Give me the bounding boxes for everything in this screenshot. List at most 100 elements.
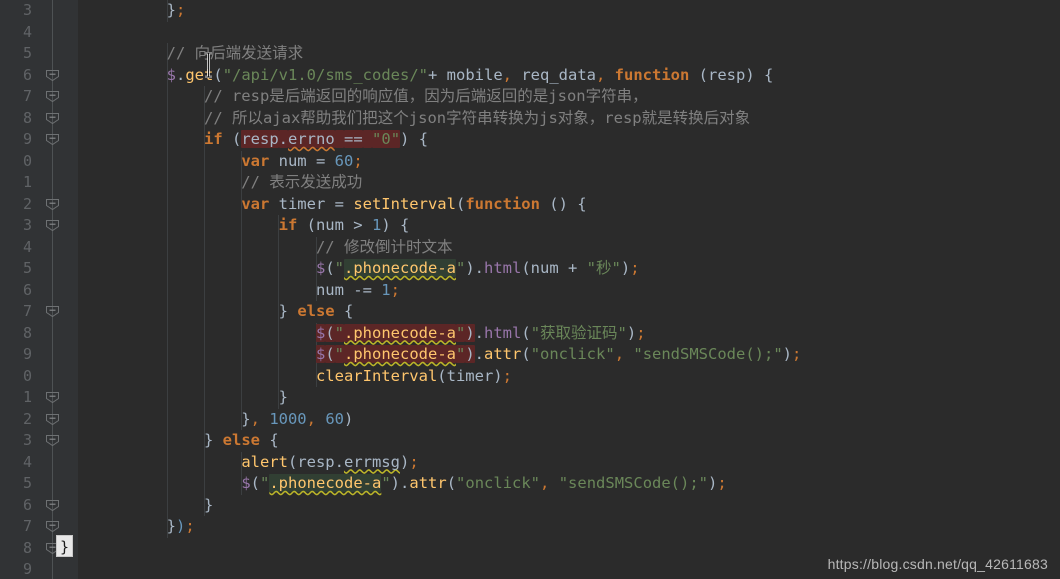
code-token: else [222, 431, 260, 449]
line-number: 4 [22, 452, 32, 471]
code-token: num = [269, 151, 335, 170]
code-token: ( [521, 345, 531, 363]
line-number: 0 [22, 366, 32, 385]
code-token: // 表示发送成功 [92, 173, 363, 191]
code-line[interactable]: }; [78, 0, 1060, 22]
code-token: if [203, 130, 223, 148]
code-token: .phonecode-a [269, 474, 382, 492]
code-token: $ [315, 259, 326, 277]
line-number: 5 [22, 44, 32, 62]
code-token: ) [620, 259, 631, 277]
code-line[interactable]: clearInterval(timer); [78, 366, 1060, 388]
code-token: html [484, 323, 522, 342]
editor-gutter[interactable]: 345678901234567890123456789 } [0, 0, 78, 579]
code-token: .phonecode-a [344, 345, 456, 363]
code-token: ) { [400, 130, 429, 148]
line-number: 6 [22, 280, 32, 299]
code-line[interactable]: alert(resp.errmsg); [78, 452, 1060, 474]
code-token: , [614, 345, 634, 363]
line-number: 1 [22, 388, 32, 406]
code-line[interactable]: } else { [78, 430, 1060, 452]
code-token: } [92, 409, 251, 428]
code-line[interactable]: if (num > 1) { [78, 215, 1060, 237]
code-line[interactable]: $(".phonecode-a").attr("onclick", "sendS… [78, 344, 1060, 366]
watermark-url: https://blog.csdn.net/qq_42611683 [827, 556, 1048, 572]
code-token: ( [455, 194, 466, 213]
code-token: , [306, 409, 326, 428]
sticky-closing-brace-chip[interactable]: } [56, 535, 73, 557]
line-number: 9 [22, 345, 32, 363]
code-token: "获取验证码" [530, 323, 627, 342]
code-content-area[interactable]: }; // 向后端发送请求 $.get("/api/v1.0/sms_codes… [78, 0, 1060, 579]
code-token: alert [241, 452, 288, 471]
code-line[interactable]: var timer = setInterval(function () { [78, 194, 1060, 216]
code-line[interactable]: } [78, 387, 1060, 409]
code-token: ( [250, 474, 260, 492]
code-token: } [92, 517, 176, 535]
code-token: ; [390, 280, 400, 299]
code-token: , [540, 474, 559, 492]
code-token: " [381, 474, 391, 492]
code-token: var [241, 151, 270, 170]
code-line[interactable]: }, 1000, 60) [78, 409, 1060, 431]
code-token: ; [792, 345, 802, 363]
code-token: function [465, 194, 540, 213]
code-token: " [455, 345, 466, 363]
code-line[interactable]: $(".phonecode-a").html("获取验证码"); [78, 323, 1060, 345]
code-line[interactable]: // 修改倒计时文本 [78, 237, 1060, 259]
line-number: 8 [22, 108, 32, 127]
code-token: { [259, 431, 279, 449]
code-token: ( [446, 474, 457, 492]
code-token: resp [708, 65, 746, 84]
code-line[interactable]: num -= 1; [78, 280, 1060, 302]
code-token: mobile [446, 65, 503, 84]
code-line[interactable]: }); [78, 516, 1060, 538]
code-token: resp [241, 130, 279, 148]
code-token: attr [409, 474, 447, 492]
code-token: $ [241, 474, 251, 492]
code-token: .phonecode-a [344, 259, 456, 277]
code-token: ; [176, 1, 186, 19]
line-number: 7 [22, 302, 32, 320]
code-line[interactable]: // 向后端发送请求 [78, 43, 1060, 65]
code-token: } [166, 1, 176, 19]
line-number: 6 [22, 495, 32, 514]
code-line[interactable]: $(".phonecode-a").html(num + "秒"); [78, 258, 1060, 280]
code-token: 60 [325, 409, 344, 428]
code-editor: 345678901234567890123456789 } }; // 向后端发… [0, 0, 1060, 579]
code-line[interactable]: } else { [78, 301, 1060, 323]
code-token: (timer) [437, 366, 503, 385]
code-line[interactable]: // resp是后端返回的响应值，因为后端返回的是json字符串， [78, 86, 1060, 108]
code-token: $ [315, 345, 326, 363]
code-token: 1 [381, 280, 391, 299]
code-line[interactable]: // 所以ajax帮助我们把这个json字符串转换为js对象，resp就是转换后… [78, 108, 1060, 130]
code-token: ( [325, 323, 335, 342]
code-token: ) [343, 409, 354, 428]
code-line[interactable]: // 表示发送成功 [78, 172, 1060, 194]
code-token: ) [390, 474, 401, 492]
code-token: "0" [372, 130, 401, 148]
code-line[interactable]: var num = 60; [78, 151, 1060, 173]
code-token: clearInterval [315, 366, 438, 385]
code-line[interactable] [78, 22, 1060, 44]
code-token: ) [782, 345, 793, 363]
code-token: ) { [745, 65, 774, 84]
code-token: ( [222, 130, 242, 148]
code-line[interactable]: $.get("/api/v1.0/sms_codes/"+ mobile, re… [78, 65, 1060, 87]
code-line[interactable]: } [78, 495, 1060, 517]
code-lines[interactable]: }; // 向后端发送请求 $.get("/api/v1.0/sms_codes… [78, 0, 1060, 579]
code-token: (num > [297, 216, 372, 234]
code-token: // 修改倒计时文本 [92, 237, 453, 256]
code-token: } [92, 302, 298, 320]
code-token: // 向后端发送请求 [92, 44, 304, 62]
line-number: 2 [22, 409, 32, 428]
code-line[interactable]: if (resp.errno == "0") { [78, 129, 1060, 151]
code-token: ) [176, 517, 186, 535]
code-line[interactable]: $(".phonecode-a").attr("onclick", "sendS… [78, 473, 1060, 495]
code-token [334, 130, 345, 148]
